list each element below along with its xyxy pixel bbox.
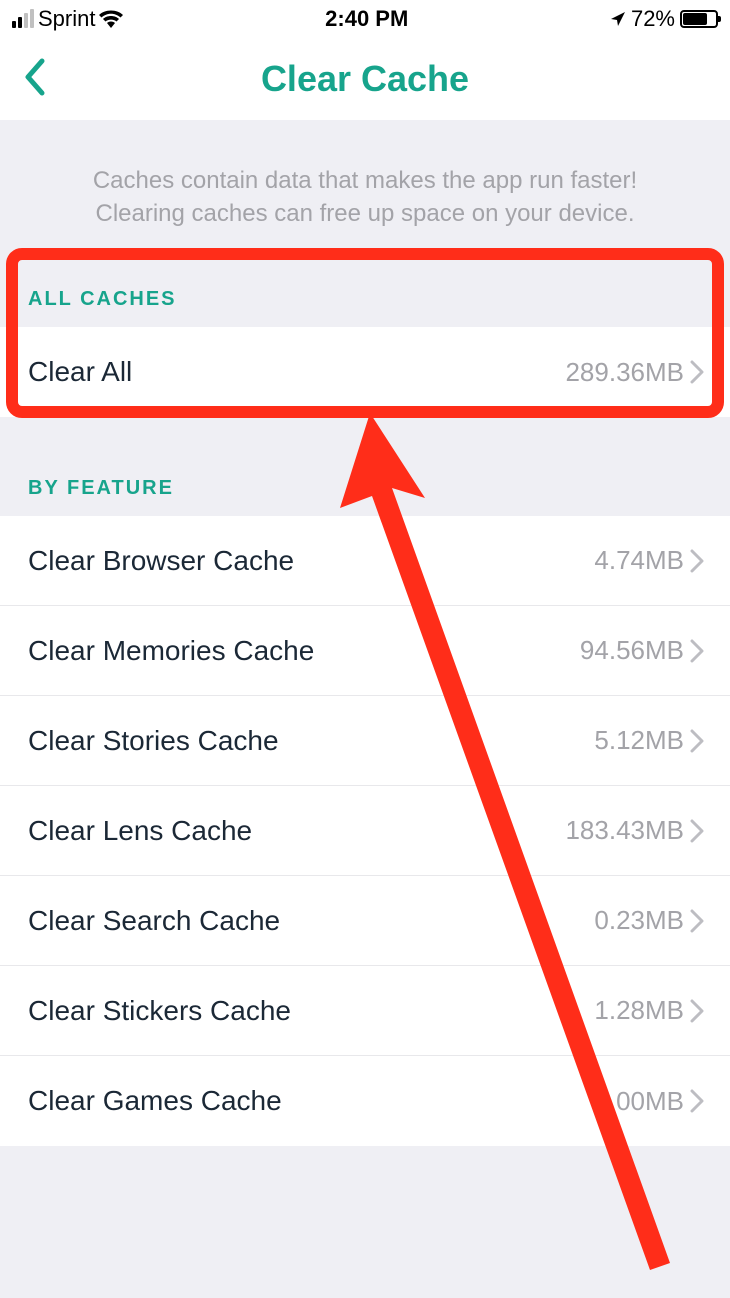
chevron-right-icon [690, 360, 704, 384]
back-button[interactable] [22, 57, 54, 101]
row-label: Clear Search Cache [28, 905, 594, 937]
carrier-label: Sprint [38, 6, 95, 32]
status-right: 72% [610, 6, 718, 32]
chevron-right-icon [690, 819, 704, 843]
chevron-right-icon [690, 729, 704, 753]
chevron-left-icon [22, 57, 46, 97]
row-label: Clear Browser Cache [28, 545, 594, 577]
clear-all-value: 289.36MB [565, 357, 684, 388]
clear-memories-row[interactable]: Clear Memories Cache 94.56MB [0, 606, 730, 696]
row-value: 0.00MB [594, 1086, 684, 1117]
all-caches-header: ALL CACHES [0, 270, 730, 327]
row-value: 183.43MB [565, 815, 684, 846]
description-line2: Clearing caches can free up space on you… [30, 197, 700, 230]
clear-browser-row[interactable]: Clear Browser Cache 4.74MB [0, 516, 730, 606]
page-title: Clear Cache [261, 58, 469, 100]
clear-all-row[interactable]: Clear All 289.36MB [0, 327, 730, 417]
by-feature-header: BY FEATURE [0, 459, 730, 516]
row-value: 0.23MB [594, 905, 684, 936]
clear-lens-row[interactable]: Clear Lens Cache 183.43MB [0, 786, 730, 876]
description-line1: Caches contain data that makes the app r… [30, 164, 700, 197]
row-value: 1.28MB [594, 995, 684, 1026]
status-bar: Sprint 2:40 PM 72% [0, 0, 730, 38]
chevron-right-icon [690, 639, 704, 663]
row-label: Clear Stickers Cache [28, 995, 594, 1027]
all-caches-section: ALL CACHES Clear All 289.36MB [0, 270, 730, 417]
row-label: Clear Games Cache [28, 1085, 594, 1117]
wifi-icon [99, 10, 123, 28]
row-label: Clear Stories Cache [28, 725, 594, 757]
signal-icon [12, 10, 34, 28]
chevron-right-icon [690, 999, 704, 1023]
status-left: Sprint [12, 6, 123, 32]
by-feature-section: BY FEATURE Clear Browser Cache 4.74MB Cl… [0, 459, 730, 1146]
row-value: 4.74MB [594, 545, 684, 576]
cache-description: Caches contain data that makes the app r… [0, 120, 730, 270]
location-icon [610, 11, 626, 27]
row-label: Clear Lens Cache [28, 815, 565, 847]
clear-search-row[interactable]: Clear Search Cache 0.23MB [0, 876, 730, 966]
nav-header: Clear Cache [0, 38, 730, 120]
chevron-right-icon [690, 549, 704, 573]
feature-list: Clear Browser Cache 4.74MB Clear Memorie… [0, 516, 730, 1146]
battery-icon [680, 10, 718, 28]
clear-stickers-row[interactable]: Clear Stickers Cache 1.28MB [0, 966, 730, 1056]
battery-percent: 72% [631, 6, 675, 32]
row-value: 94.56MB [580, 635, 684, 666]
row-value: 5.12MB [594, 725, 684, 756]
clear-games-row[interactable]: Clear Games Cache 0.00MB [0, 1056, 730, 1146]
chevron-right-icon [690, 1089, 704, 1113]
clear-all-label: Clear All [28, 356, 565, 388]
clear-stories-row[interactable]: Clear Stories Cache 5.12MB [0, 696, 730, 786]
row-label: Clear Memories Cache [28, 635, 580, 667]
chevron-right-icon [690, 909, 704, 933]
clock: 2:40 PM [325, 6, 408, 32]
